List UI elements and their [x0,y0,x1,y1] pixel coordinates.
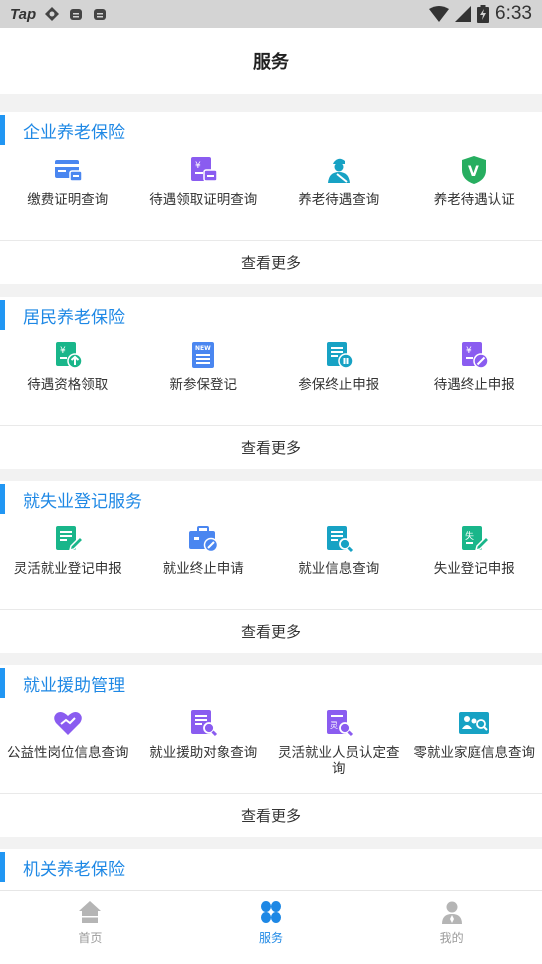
section-resident-pension: 居民养老保险 ¥ 待遇资格领取 NEW 新参保登记 参保终止申报 ¥ 待遇终止申… [0,297,542,469]
service-employment-info[interactable]: 就业信息查询 [271,517,407,609]
service-payment-proof[interactable]: 缴费证明查询 [0,148,136,240]
unemployment-edit-icon: 失 [462,526,491,552]
svg-text:失: 失 [465,530,474,542]
svg-text:¥: ¥ [195,161,201,171]
service-label: 待遇领取证明查询 [149,192,258,208]
shield-v-icon: V [462,156,487,184]
signal-icon [455,6,472,22]
nav-label: 我的 [439,931,464,945]
service-label: 待遇终止申报 [433,377,515,393]
yuan-upload-icon: ¥ [55,342,83,369]
section-title: 就失业登记服务 [0,481,542,517]
service-enrollment-stop[interactable]: 参保终止申报 [271,333,407,425]
service-label: 养老待遇查询 [298,192,380,208]
new-document-icon: NEW [192,342,215,368]
service-new-enrollment[interactable]: NEW 新参保登记 [136,333,272,425]
service-label: 零就业家庭信息查询 [413,745,536,761]
grid-petals-icon [261,901,281,923]
service-label: 失业登记申报 [433,561,515,577]
nav-mine[interactable]: 我的 [361,891,542,964]
service-label: 新参保登记 [169,377,238,393]
service-grid: 公益性岗位信息查询 就业援助对象查询 灵 灵活就业人员认定查询 零就业家庭信息查… [0,701,542,793]
service-label: 缴费证明查询 [27,192,109,208]
service-grid: ¥ 待遇资格领取 NEW 新参保登记 参保终止申报 ¥ 待遇终止申报 [0,333,542,425]
section-title: 就业援助管理 [0,665,542,701]
status-bar: Tap 6:33 [0,0,542,28]
view-more-button[interactable]: 查看更多 [0,609,542,653]
battery-icon [477,5,490,23]
service-label: 就业信息查询 [298,561,380,577]
service-benefit-stop[interactable]: ¥ 待遇终止申报 [407,333,542,425]
home-icon [79,901,102,923]
service-employment-stop[interactable]: 就业终止申请 [136,517,272,609]
service-grid: 缴费证明查询 ¥ 待遇领取证明查询 养老待遇查询 V 养老待遇认证 [0,148,542,240]
section-enterprise-pension: 企业养老保险 缴费证明查询 ¥ 待遇领取证明查询 养老待遇查询 V 养老待遇认证… [0,112,542,284]
service-benefit-proof[interactable]: ¥ 待遇领取证明查询 [136,148,272,240]
nav-label: 首页 [78,931,103,945]
heart-hand-icon [53,712,82,735]
notification-icon [70,9,83,20]
service-label: 就业终止申请 [162,561,244,577]
bottom-navigation: 首页 服务 我的 [0,890,542,964]
document-search-icon [326,526,353,553]
page-title: 服务 [253,52,289,73]
service-label: 公益性岗位信息查询 [7,745,129,761]
svg-text:灵: 灵 [330,721,338,730]
nav-label: 服务 [259,931,284,945]
document-pause-icon [326,342,354,369]
document-search-icon [191,710,218,737]
section-title: 居民养老保险 [0,297,542,333]
service-unemployment-register[interactable]: 失 失业登记申报 [407,517,542,609]
service-label: 参保终止申报 [298,377,380,393]
view-more-button[interactable]: 查看更多 [0,425,542,469]
family-search-icon [459,712,490,734]
section-title: 机关养老保险 [0,849,542,885]
service-pension-auth[interactable]: V 养老待遇认证 [407,148,542,240]
service-label: 养老待遇认证 [433,192,515,208]
worker-icon [327,158,350,183]
wifi-icon [429,6,450,22]
document-edit-icon [55,526,84,552]
section-employment-assistance: 就业援助管理 公益性岗位信息查询 就业援助对象查询 灵 灵活就业人员认定查询 零… [0,665,542,837]
clock: 6:33 [495,3,532,24]
view-more-button[interactable]: 查看更多 [0,240,542,284]
carrier-label: Tap [10,5,37,23]
service-label: 待遇资格领取 [27,377,109,393]
service-label: 就业援助对象查询 [149,745,258,761]
yuan-stop-icon: ¥ [462,342,489,369]
svg-text:¥: ¥ [466,346,472,356]
person-icon [441,901,462,924]
service-public-job-info[interactable]: 公益性岗位信息查询 [0,701,136,793]
service-benefit-qualification[interactable]: ¥ 待遇资格领取 [0,333,136,425]
section-title: 企业养老保险 [0,112,542,148]
service-zero-employment-family[interactable]: 零就业家庭信息查询 [407,701,542,793]
svg-text:NEW: NEW [195,345,211,352]
svg-text:V: V [468,164,479,180]
svg-text:¥: ¥ [60,346,66,356]
section-government-pension: 机关养老保险 [0,849,542,890]
nav-services[interactable]: 服务 [181,891,362,964]
section-employment-registration: 就失业登记服务 灵活就业登记申报 就业终止申请 就业信息查询 失 失业登记申报 … [0,481,542,653]
view-more-button[interactable]: 查看更多 [0,793,542,837]
nav-home[interactable]: 首页 [0,891,181,964]
service-label: 灵活就业登记申报 [13,561,122,577]
service-label: 灵活就业人员认定查询 [278,745,400,777]
service-assistance-target[interactable]: 就业援助对象查询 [136,701,272,793]
sync-icon [45,7,60,21]
service-grid: 灵活就业登记申报 就业终止申请 就业信息查询 失 失业登记申报 [0,517,542,609]
ling-document-search-icon: 灵 [326,710,353,737]
service-pension-benefit[interactable]: 养老待遇查询 [271,148,407,240]
service-flexible-person-query[interactable]: 灵 灵活就业人员认定查询 [271,701,407,793]
payment-card-icon [54,160,83,182]
service-flexible-employment-register[interactable]: 灵活就业登记申报 [0,517,136,609]
yuan-printer-icon: ¥ [191,157,218,182]
briefcase-stop-icon [189,526,219,553]
page-header: 服务 [0,28,542,94]
notification-icon-2 [94,9,107,20]
